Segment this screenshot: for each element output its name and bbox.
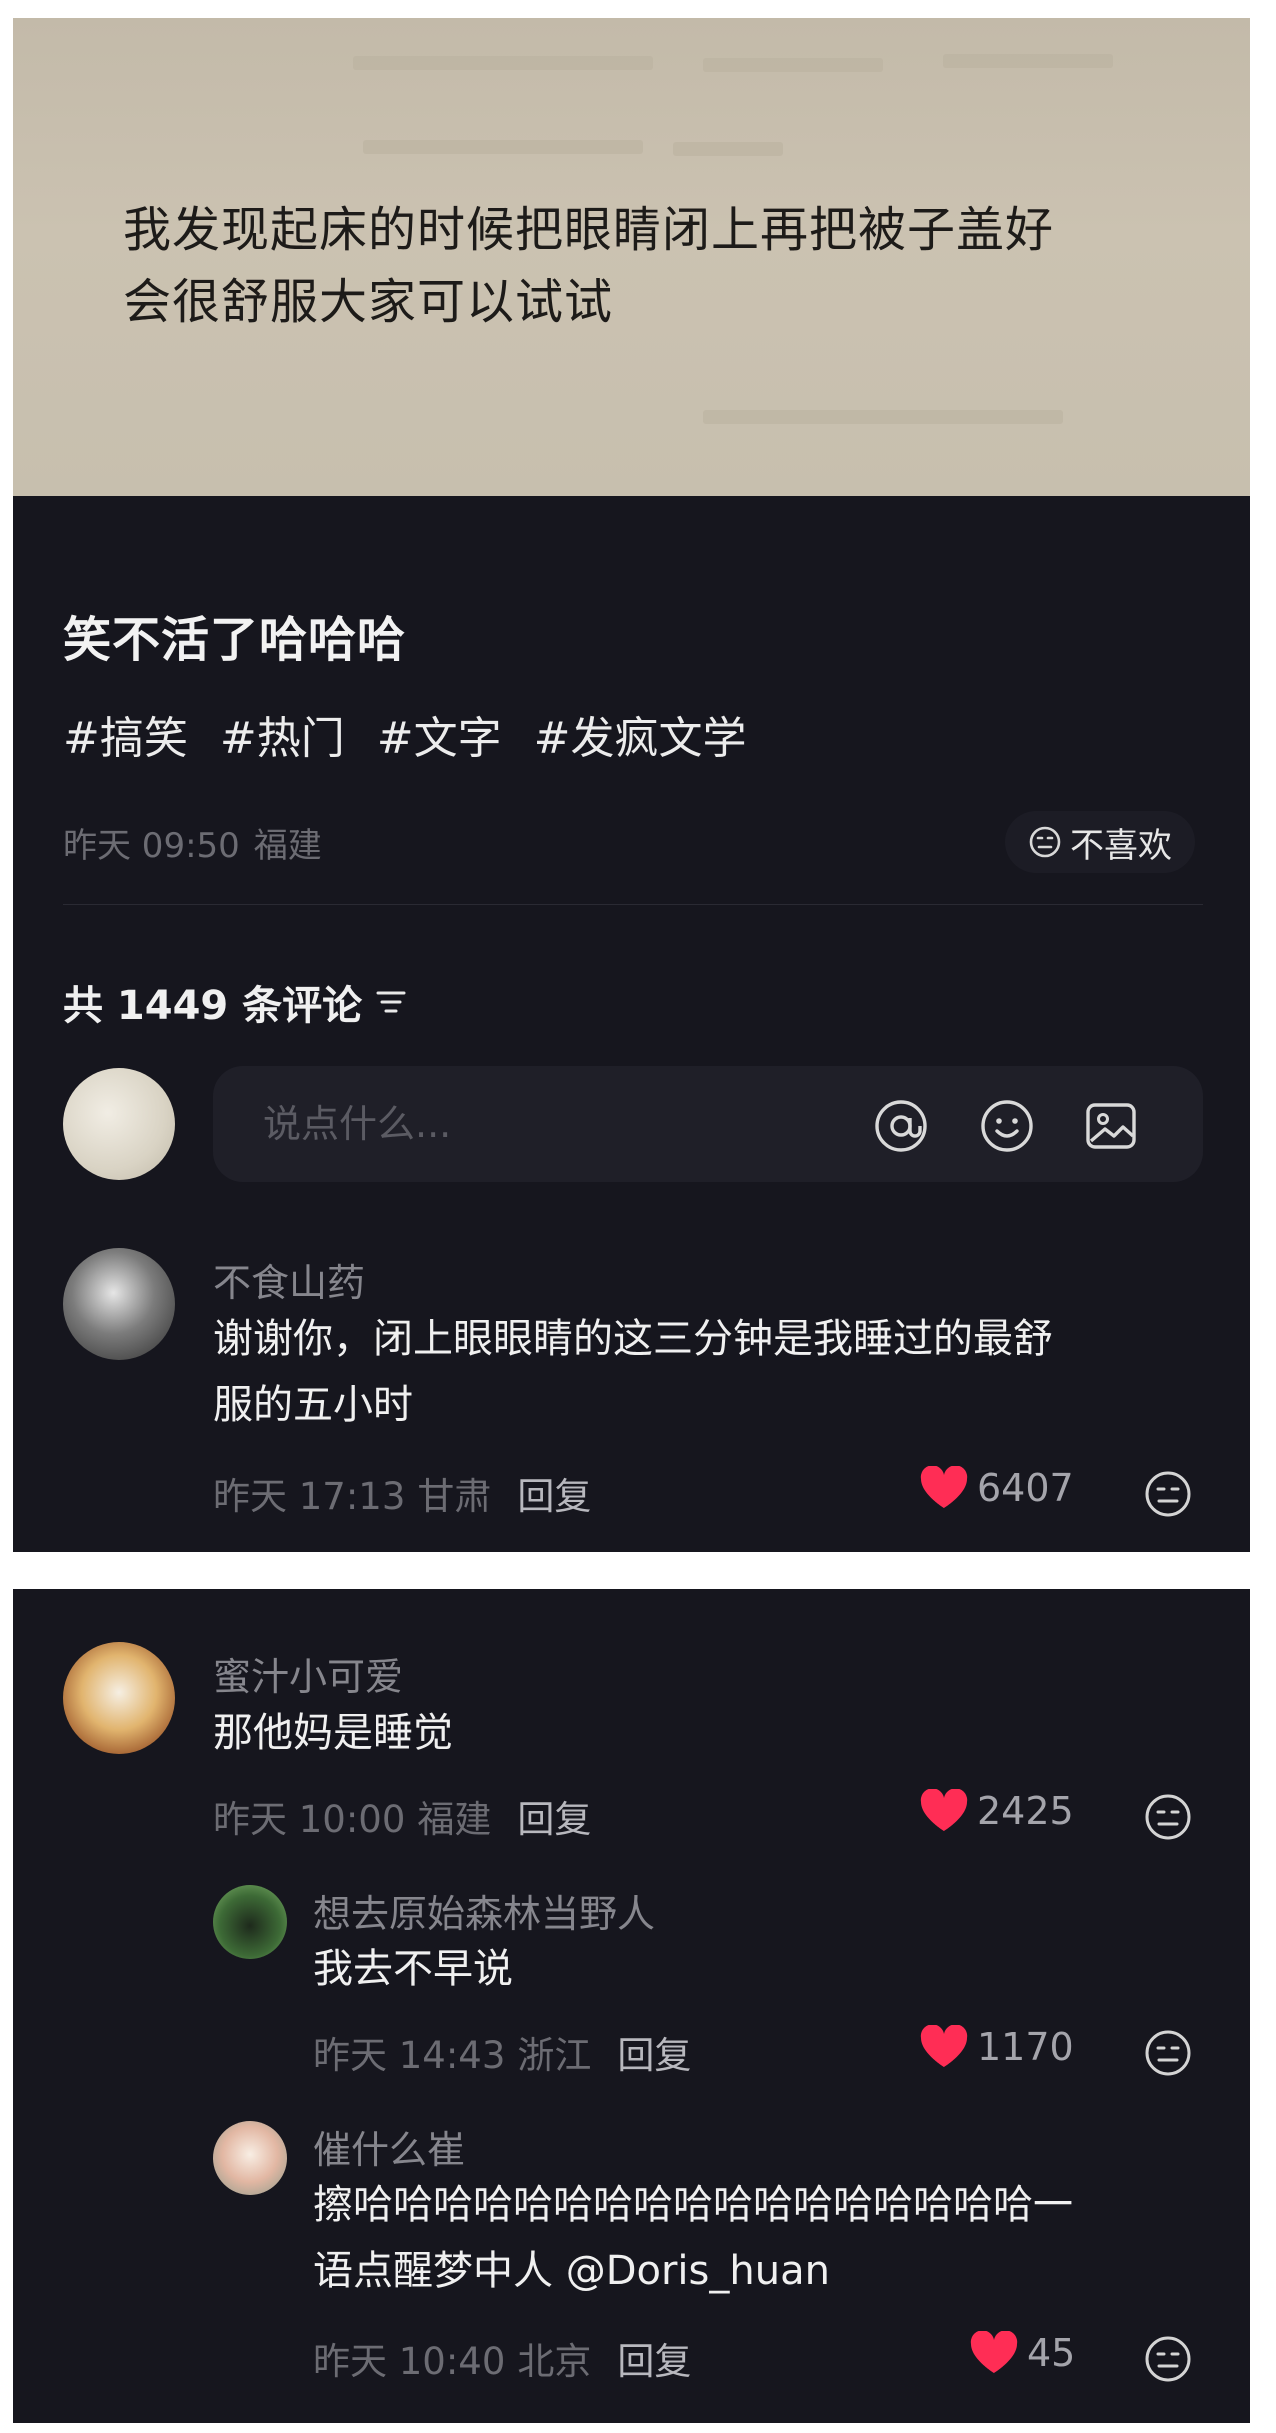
dislike-face-icon (1029, 826, 1061, 858)
comment-location: 浙江 (517, 2034, 592, 2077)
comment-meta: 昨天 14:43 浙江 回复 (313, 2025, 691, 2079)
post-meta: 昨天 09:50 福建 (63, 818, 336, 867)
image-icon[interactable] (1083, 1098, 1139, 1154)
comment-username[interactable]: 不食山药 (213, 1252, 365, 1307)
comment-count: 共 1449 条评论 (63, 973, 408, 1031)
at-icon[interactable] (873, 1098, 929, 1154)
comment-avatar[interactable] (213, 1885, 287, 1959)
post-panel: 我发现起床的时候把眼睛闭上再把被子盖好 会很舒服大家可以试试 笑不活了哈哈哈 #… (13, 18, 1250, 1552)
heart-icon (920, 1466, 968, 1508)
emoji-icon[interactable] (979, 1098, 1035, 1154)
like-button[interactable]: 45 (969, 2331, 1075, 2375)
comment-avatar[interactable] (63, 1248, 175, 1360)
dislike-face-icon[interactable] (1143, 1469, 1193, 1519)
reply-button[interactable]: 回复 (517, 1475, 591, 1518)
comment-text: 谢谢你，闭上眼眼睛的这三分钟是我睡过的最舒 服的五小时 (213, 1316, 1053, 1428)
comment-username[interactable]: 催什么崔 (313, 2119, 465, 2174)
post-tags: #搞笑 #热门 #文字 #发疯文学 (63, 702, 765, 766)
tag[interactable]: #搞笑 (63, 713, 188, 764)
divider (63, 904, 1203, 905)
reply-button[interactable]: 回复 (617, 2340, 691, 2383)
comment-username[interactable]: 想去原始森林当野人 (313, 1883, 655, 1938)
tag[interactable]: #发疯文学 (534, 713, 747, 764)
reply-button[interactable]: 回复 (617, 2034, 691, 2077)
dislike-label: 不喜欢 (1070, 825, 1172, 866)
like-count: 2425 (977, 1789, 1074, 1833)
comment-time: 昨天 10:00 (213, 1798, 406, 1841)
dislike-face-icon[interactable] (1143, 2028, 1193, 2078)
dislike-face-icon[interactable] (1143, 1792, 1193, 1842)
heart-icon (920, 1789, 968, 1831)
like-count: 6407 (977, 1466, 1074, 1510)
dislike-face-icon[interactable] (1143, 2334, 1193, 2384)
comment-avatar[interactable] (213, 2121, 287, 2195)
comment-username[interactable]: 蜜汁小可爱 (213, 1646, 403, 1701)
comment-meta: 昨天 17:13 甘肃 回复 (213, 1466, 591, 1520)
heart-icon (970, 2331, 1018, 2373)
comment-time: 昨天 10:40 (313, 2340, 506, 2383)
post-location: 福建 (253, 826, 322, 866)
like-count: 45 (1027, 2331, 1076, 2375)
comment-text: 我去不早说 (313, 1946, 513, 1992)
comment-meta: 昨天 10:40 北京 回复 (313, 2331, 691, 2385)
comment-location: 福建 (417, 1798, 492, 1841)
comment-text: 擦哈哈哈哈哈哈哈哈哈哈哈哈哈哈哈哈哈一 语点醒梦中人 @Doris_huan (313, 2182, 1073, 2294)
tag[interactable]: #文字 (377, 713, 502, 764)
comment-meta: 昨天 10:00 福建 回复 (213, 1789, 591, 1843)
like-button[interactable]: 2425 (919, 1789, 1074, 1833)
reply-button[interactable]: 回复 (517, 1798, 591, 1841)
post-time: 昨天 09:50 (63, 826, 240, 866)
comment-input[interactable] (213, 1066, 1203, 1182)
comment-text: 那他妈是睡觉 (213, 1710, 453, 1756)
like-button[interactable]: 1170 (919, 2025, 1074, 2069)
tag[interactable]: #热门 (220, 713, 345, 764)
post-title: 笑不活了哈哈哈 (63, 612, 407, 668)
post-image-text: 我发现起床的时候把眼睛闭上再把被子盖好 会很舒服大家可以试试 (123, 202, 1055, 330)
heart-icon (920, 2025, 968, 2067)
comment-time: 昨天 14:43 (313, 2034, 506, 2077)
like-button[interactable]: 6407 (919, 1466, 1074, 1510)
comment-location: 甘肃 (417, 1475, 492, 1518)
sort-icon[interactable] (374, 987, 408, 1017)
comment-time: 昨天 17:13 (213, 1475, 406, 1518)
comment-avatar[interactable] (63, 1642, 175, 1754)
comments-panel: 蜜汁小可爱 那他妈是睡觉 昨天 10:00 福建 回复 2425 想去原始森林当野人… (13, 1589, 1250, 2423)
post-image[interactable]: 我发现起床的时候把眼睛闭上再把被子盖好 会很舒服大家可以试试 (13, 18, 1250, 496)
comment-location: 北京 (517, 2340, 592, 2383)
comment-count-label: 共 1449 条评论 (63, 983, 363, 1029)
dislike-button[interactable]: 不喜欢 (1005, 811, 1195, 873)
like-count: 1170 (977, 2025, 1074, 2069)
current-user-avatar[interactable] (63, 1068, 175, 1180)
